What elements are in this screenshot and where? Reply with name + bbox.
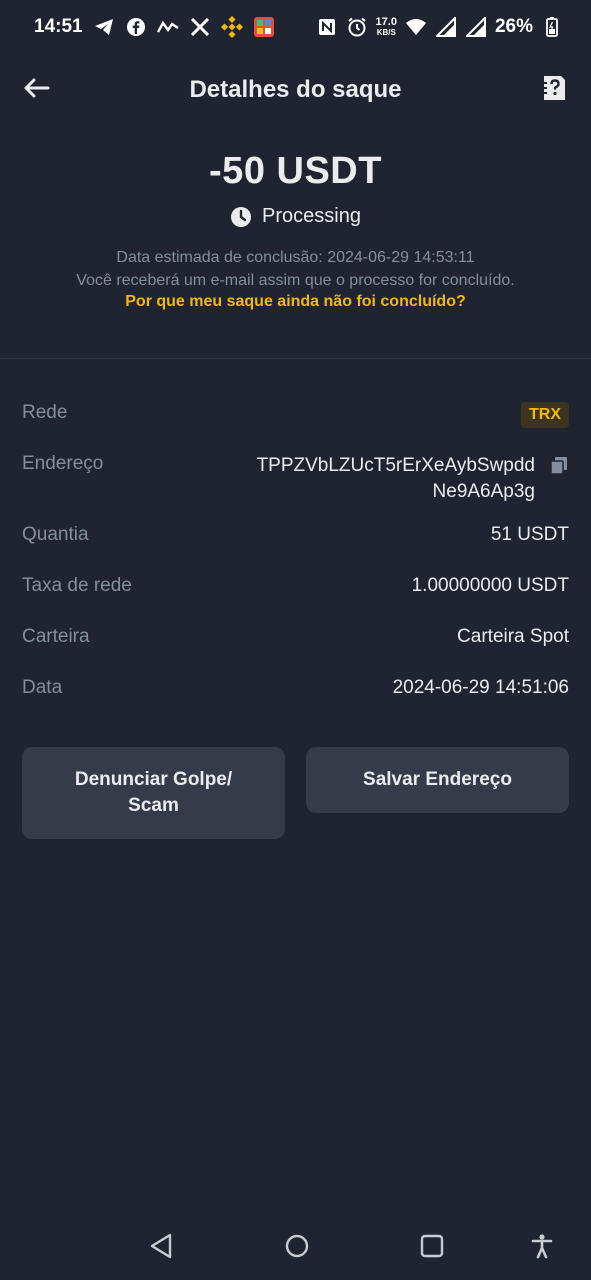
withdrawal-summary: -50 USDT Processing Data estimada de con… bbox=[0, 150, 591, 311]
net-speed: 17.0 KB/S bbox=[375, 16, 397, 38]
save-address-button[interactable]: Salvar Endereço bbox=[306, 747, 569, 813]
withdrawal-status: Processing bbox=[0, 205, 591, 228]
wallet-value: Carteira Spot bbox=[457, 626, 569, 647]
status-left: 14:51 bbox=[34, 16, 275, 38]
copy-icon[interactable] bbox=[549, 456, 569, 476]
detail-row-network: Rede TRX bbox=[22, 398, 569, 449]
clock-time: 14:51 bbox=[34, 16, 83, 37]
game-icon bbox=[253, 16, 275, 38]
fee-value: 1.00000000 USDT bbox=[411, 575, 569, 596]
alarm-icon bbox=[346, 16, 368, 38]
detail-row-wallet: Carteira Carteira Spot bbox=[22, 622, 569, 673]
square-recents-icon bbox=[420, 1234, 444, 1258]
divider bbox=[0, 358, 591, 359]
withdrawal-details: Rede TRX Endereço TPPZVbLZUcT5rErXeAybSw… bbox=[22, 398, 569, 724]
nav-back-button[interactable] bbox=[148, 1232, 176, 1260]
network-badge: TRX bbox=[521, 402, 569, 428]
accessibility-icon bbox=[531, 1234, 553, 1259]
detail-row-date: Data 2024-06-29 14:51:06 bbox=[22, 673, 569, 724]
report-scam-button[interactable]: Denunciar Golpe/ Scam bbox=[22, 747, 285, 839]
signal-icon bbox=[435, 16, 457, 38]
estimated-completion: Data estimada de conclusão: 2024-06-29 1… bbox=[116, 249, 475, 266]
status-bar: 14:51 17.0 KB/S 26% bbox=[0, 0, 591, 54]
net-speed-value: 17.0 bbox=[375, 16, 397, 28]
binance-icon bbox=[220, 16, 243, 38]
circle-home-icon bbox=[285, 1234, 309, 1258]
wifi-icon bbox=[405, 16, 427, 38]
net-speed-unit: KB/S bbox=[376, 28, 396, 37]
detail-row-address: Endereço TPPZVbLZUcT5rErXeAybSwpddNe9A6A… bbox=[22, 449, 569, 520]
status-right: 17.0 KB/S 26% bbox=[316, 16, 563, 38]
nfc-icon bbox=[316, 16, 338, 38]
help-document-icon bbox=[541, 76, 565, 100]
back-button[interactable] bbox=[22, 74, 52, 104]
clock-icon bbox=[231, 206, 252, 227]
page-title: Detalhes do saque bbox=[189, 76, 402, 103]
battery-percent: 26% bbox=[494, 16, 533, 37]
wallet-label: Carteira bbox=[22, 626, 90, 647]
help-button[interactable] bbox=[541, 74, 567, 102]
nav-accessibility-button[interactable] bbox=[528, 1232, 556, 1260]
nav-home-button[interactable] bbox=[283, 1232, 311, 1260]
signal-icon-2 bbox=[465, 16, 487, 38]
triangle-back-icon bbox=[150, 1233, 172, 1259]
system-nav-bar bbox=[0, 1222, 591, 1270]
date-value: 2024-06-29 14:51:06 bbox=[392, 677, 569, 698]
page-header: Detalhes do saque bbox=[0, 62, 591, 118]
status-text: Processing bbox=[262, 205, 361, 227]
detail-row-amount: Quantia 51 USDT bbox=[22, 520, 569, 571]
address-label: Endereço bbox=[22, 453, 104, 474]
withdrawal-amount: -50 USDT bbox=[209, 150, 382, 192]
fee-label: Taxa de rede bbox=[22, 575, 132, 596]
address-wrap: TPPZVbLZUcT5rErXeAybSwpddNe9A6Ap3g bbox=[245, 453, 569, 505]
network-label: Rede bbox=[22, 402, 68, 423]
address-value: TPPZVbLZUcT5rErXeAybSwpddNe9A6Ap3g bbox=[256, 455, 535, 502]
arrow-left-icon bbox=[24, 78, 50, 98]
amount-label: Quantia bbox=[22, 524, 89, 545]
why-not-completed-link[interactable]: Por que meu saque ainda não foi concluíd… bbox=[0, 293, 591, 311]
battery-icon bbox=[541, 16, 563, 38]
amount-value: 51 USDT bbox=[490, 524, 569, 545]
trend-icon bbox=[156, 16, 179, 38]
x-icon bbox=[189, 16, 211, 38]
telegram-icon bbox=[93, 16, 115, 38]
email-notice: Você receberá um e-mail assim que o proc… bbox=[76, 272, 515, 289]
date-label: Data bbox=[22, 677, 63, 698]
nav-recents-button[interactable] bbox=[418, 1232, 446, 1260]
detail-row-fee: Taxa de rede 1.00000000 USDT bbox=[22, 571, 569, 622]
facebook-icon bbox=[125, 16, 147, 38]
